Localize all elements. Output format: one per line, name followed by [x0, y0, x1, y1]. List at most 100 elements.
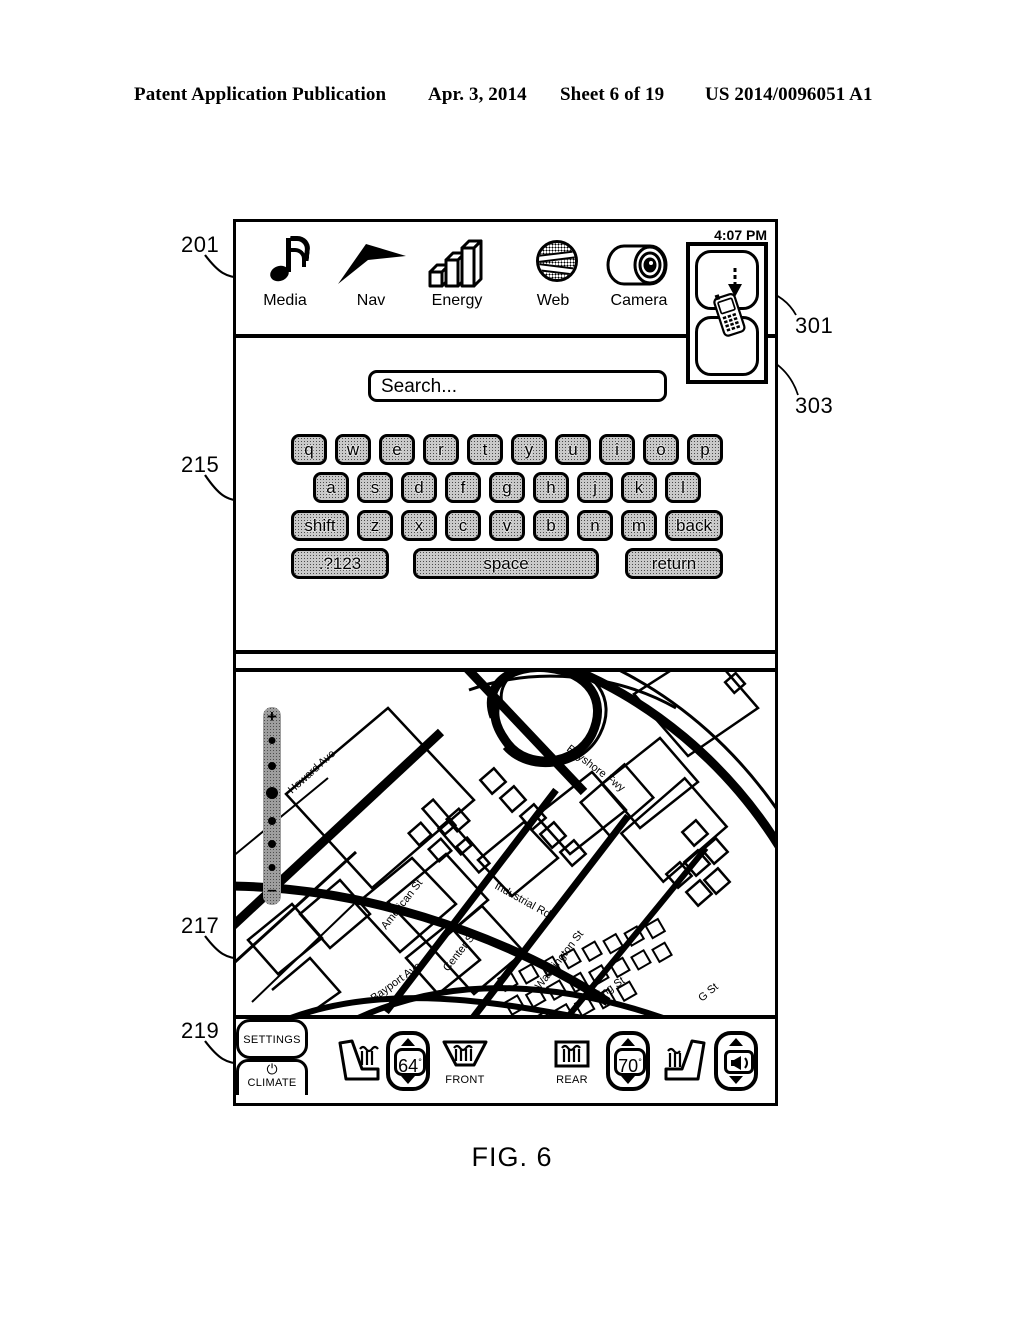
rear-defrost-icon [554, 1040, 590, 1068]
front-defrost-button[interactable]: FRONT [436, 1039, 494, 1086]
keyboard-row-1: q w e r t y u i o p [236, 434, 775, 472]
temp-down-icon[interactable] [621, 1076, 635, 1084]
zoom-out-minus-sign[interactable]: – [267, 881, 276, 898]
temp-up-icon[interactable] [621, 1038, 635, 1046]
app-button-media[interactable]: Media [242, 230, 328, 310]
volume-down-icon[interactable] [729, 1076, 743, 1084]
key-j[interactable]: j [577, 472, 613, 503]
climate-bar: SETTINGS 64° FRONT ⏻ CLIMATE REAR 70° [236, 1019, 775, 1103]
right-temperature-stepper[interactable]: 70° [606, 1031, 650, 1091]
key-w[interactable]: w [335, 434, 371, 465]
key-e[interactable]: e [379, 434, 415, 465]
zoom-tick-active[interactable] [266, 787, 278, 799]
virtual-keyboard: q w e r t y u i o p a s d f g h j k l sh… [236, 434, 775, 586]
key-m[interactable]: m [621, 510, 657, 541]
map-zoom-slider[interactable]: + – [263, 707, 281, 905]
left-temperature-value: 64° [394, 1048, 426, 1076]
zoom-tick[interactable] [268, 762, 276, 770]
key-h[interactable]: h [533, 472, 569, 503]
zoom-tick[interactable] [268, 864, 276, 871]
volume-up-icon[interactable] [729, 1038, 743, 1046]
map-graphic: Howard Ave American St Center St Bayport… [236, 672, 775, 1015]
speaker-icon [724, 1050, 754, 1074]
panel-separator [236, 654, 775, 672]
app-label-web: Web [536, 292, 570, 309]
app-label-camera: Camera [610, 292, 668, 309]
climate-power-button[interactable]: ⏻ CLIMATE [236, 1059, 308, 1095]
key-n[interactable]: n [577, 510, 613, 541]
app-label-media: Media [263, 292, 307, 309]
key-i[interactable]: i [599, 434, 635, 465]
map-label-howard-ave: Howard Ave [286, 748, 338, 796]
right-seat-heater-icon[interactable] [660, 1039, 712, 1081]
map-label-g-st: G St [696, 981, 721, 1004]
key-backspace[interactable]: back [665, 510, 723, 541]
key-a[interactable]: a [313, 472, 349, 503]
zoom-tick[interactable] [268, 840, 276, 848]
bar-chart-icon [414, 230, 500, 292]
power-icon: ⏻ [266, 1061, 278, 1077]
key-numeric-mode[interactable]: .?123 [291, 548, 389, 579]
search-input[interactable]: Search... [368, 370, 667, 402]
map-panel[interactable]: Howard Ave American St Center St Bayport… [236, 672, 775, 1019]
publication-title: Patent Application Publication [134, 84, 387, 105]
phone-dock-frame [686, 242, 768, 384]
settings-button[interactable]: SETTINGS [236, 1019, 308, 1059]
publication-header: Patent Application Publication Apr. 3, 2… [0, 84, 1024, 112]
camera-lens-icon [596, 230, 682, 292]
key-z[interactable]: z [357, 510, 393, 541]
keyboard-row-4: .?123 space return [236, 548, 775, 586]
app-button-camera[interactable]: Camera [596, 230, 682, 310]
zoom-in-plus-sign[interactable]: + [267, 708, 277, 725]
key-g[interactable]: g [489, 472, 525, 503]
app-button-nav[interactable]: Nav [328, 230, 414, 310]
volume-stepper[interactable] [714, 1031, 758, 1091]
key-b[interactable]: b [533, 510, 569, 541]
key-u[interactable]: u [555, 434, 591, 465]
key-v[interactable]: v [489, 510, 525, 541]
right-temperature-value: 70° [614, 1048, 646, 1076]
front-defrost-label: FRONT [445, 1074, 485, 1086]
key-k[interactable]: k [621, 472, 657, 503]
sheet-number: Sheet 6 of 19 [560, 84, 665, 105]
app-button-energy[interactable]: Energy [414, 230, 500, 310]
key-s[interactable]: s [357, 472, 393, 503]
temp-up-icon[interactable] [401, 1038, 415, 1046]
left-temperature-stepper[interactable]: 64° [386, 1031, 430, 1091]
key-r[interactable]: r [423, 434, 459, 465]
front-defrost-icon [442, 1040, 488, 1067]
key-space[interactable]: space [413, 548, 599, 579]
keyboard-row-2: a s d f g h j k l [236, 472, 775, 510]
key-p[interactable]: p [687, 434, 723, 465]
rear-defrost-label: REAR [556, 1074, 588, 1086]
key-c[interactable]: c [445, 510, 481, 541]
publication-date: Apr. 3, 2014 [428, 84, 527, 105]
app-label-energy: Energy [431, 292, 483, 309]
zoom-tick[interactable] [268, 737, 276, 744]
key-return[interactable]: return [625, 548, 723, 579]
figure-caption: FIG. 6 [471, 1142, 553, 1172]
key-x[interactable]: x [401, 510, 437, 541]
key-d[interactable]: d [401, 472, 437, 503]
keyboard-row-3: shift z x c v b n m back [236, 510, 775, 548]
patent-number: US 2014/0096051 A1 [705, 84, 873, 105]
key-t[interactable]: t [467, 434, 503, 465]
music-note-icon [242, 230, 328, 292]
temp-down-icon[interactable] [401, 1076, 415, 1084]
globe-icon [510, 230, 596, 292]
key-y[interactable]: y [511, 434, 547, 465]
search-panel: Search... q w e r t y u i o p a s d f g [236, 338, 775, 654]
status-clock: 4:07 PM [714, 227, 767, 243]
app-button-web[interactable]: Web [510, 230, 596, 310]
key-shift[interactable]: shift [291, 510, 349, 541]
climate-label: CLIMATE [247, 1077, 297, 1089]
zoom-tick[interactable] [268, 817, 276, 825]
mobile-phone-icon[interactable] [712, 292, 746, 338]
key-l[interactable]: l [665, 472, 701, 503]
key-q[interactable]: q [291, 434, 327, 465]
left-seat-heater-icon[interactable] [332, 1039, 384, 1081]
key-f[interactable]: f [445, 472, 481, 503]
navigation-chevron-icon [328, 230, 414, 292]
key-o[interactable]: o [643, 434, 679, 465]
rear-defrost-button[interactable]: REAR [546, 1039, 598, 1086]
